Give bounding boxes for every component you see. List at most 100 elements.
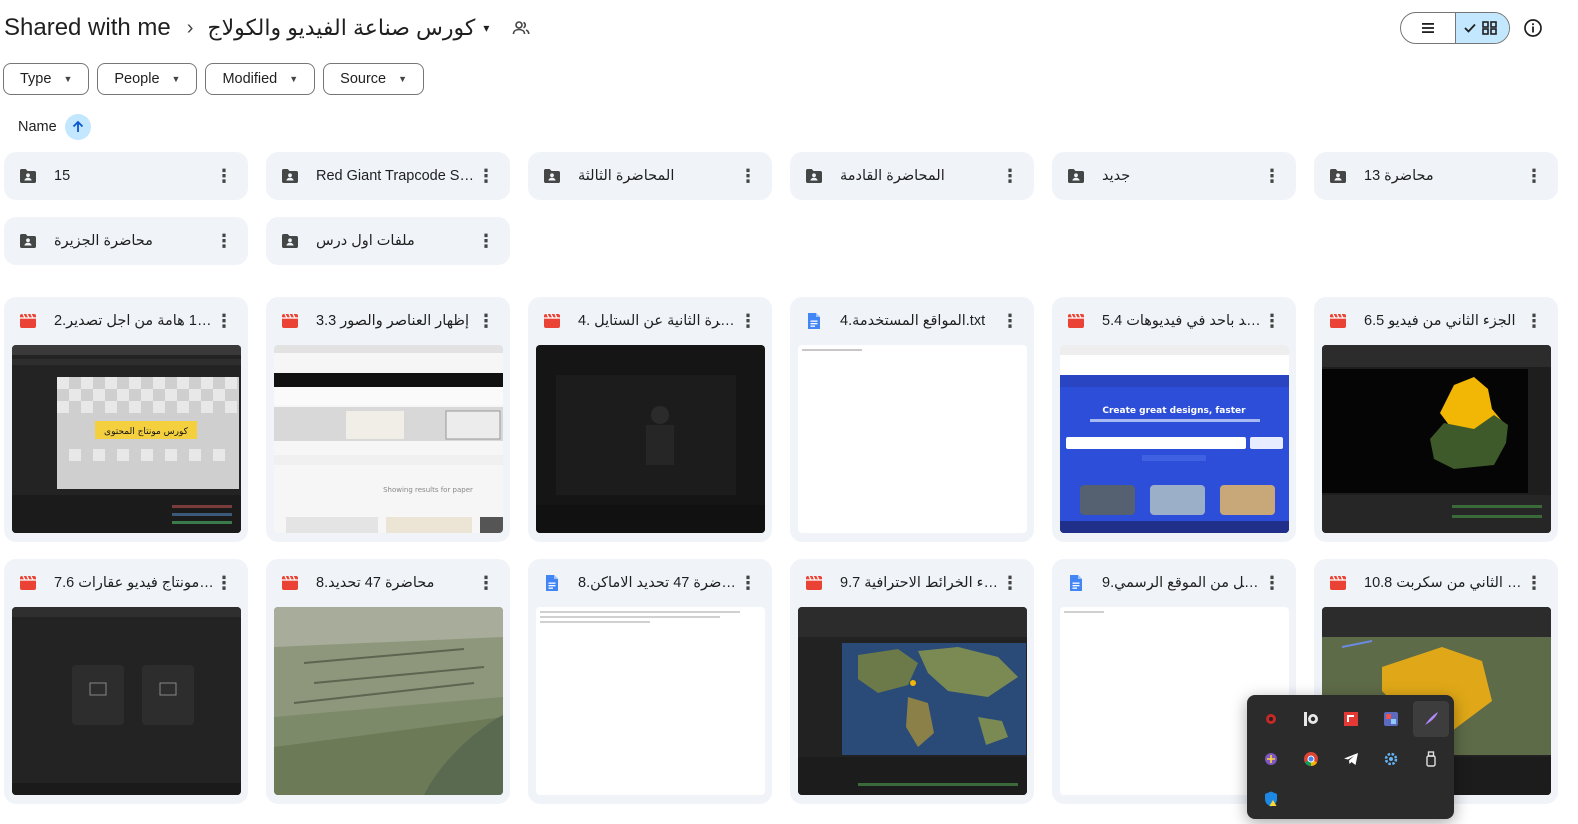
file-thumbnail: Create great designs, faster [1060,345,1289,533]
more-options-icon[interactable]: ⋮ [1524,311,1544,331]
amd-icon[interactable] [1333,701,1369,737]
file-card[interactable]: 8.محاضرة 47 تحديد الاماكن.txt⋮ [528,559,772,804]
settings-icon[interactable] [1373,741,1409,777]
more-options-icon[interactable]: ⋮ [476,166,496,186]
folder-name: محاضرة 13 [1364,168,1434,184]
breadcrumb-current-folder[interactable]: كورس صناعة الفيديو والكولاج [207,15,475,41]
file-name: 10.8 الجزء الثاني من سكربت [1364,575,1524,591]
folder-card[interactable]: المحاضرة القادمة ⋮ [790,152,1034,200]
filter-type[interactable]: Type ▼ [3,63,90,95]
chevron-down-icon: ▼ [171,74,181,84]
security-icon[interactable] [1253,781,1289,817]
thumbnail-headline-text: Create great designs, faster [1102,406,1246,416]
more-options-icon[interactable]: ⋮ [476,573,496,593]
more-options-icon[interactable]: ⋮ [1262,311,1282,331]
filter-type-label: Type [20,71,52,87]
folder-card[interactable]: جديد ⋮ [1052,152,1296,200]
file-card[interactable]: 8.محاضرة 47 تحديد ⋮ [266,559,510,804]
file-card[interactable]: 9.7 إنشاء الخرائط الاحترافية ⋮ [790,559,1034,804]
folder-name: المحاضرة القادمة [840,168,945,184]
folder-card[interactable]: Red Giant Trapcode Suite ⋮ [266,152,510,200]
file-card[interactable]: 2.محاضرة 1 هامة من اجل تصدير⋮ كورس مونتا… [4,297,248,542]
file-thumbnail [536,607,765,795]
filter-modified[interactable]: Modified ▼ [205,63,316,95]
folder-card[interactable]: محاضرة 13 ⋮ [1314,152,1558,200]
pen-icon[interactable] [1413,701,1449,737]
file-name: 5.4 شرح مشاهد باحد في فيديوهات [1102,313,1262,329]
info-button[interactable] [1521,16,1545,40]
filter-source[interactable]: Source ▼ [323,63,425,95]
more-options-icon[interactable]: ⋮ [1000,311,1020,331]
video-icon [280,573,300,593]
filter-source-label: Source [340,71,387,87]
more-options-icon[interactable]: ⋮ [214,573,234,593]
filter-people-label: People [114,71,160,87]
more-options-icon[interactable]: ⋮ [476,311,496,331]
file-card[interactable]: 3.3 إظهار العناصر والصور ⋮ Showing result… [266,297,510,542]
more-options-icon[interactable]: ⋮ [214,166,234,186]
more-options-icon[interactable]: ⋮ [476,231,496,251]
shared-folder-icon [280,231,300,251]
file-name: 7.6 مونتاج فيديو عقارات.mp4 [54,575,214,591]
usb-icon[interactable] [1413,741,1449,777]
more-options-icon[interactable]: ⋮ [738,311,758,331]
video-icon [280,311,300,331]
file-name: 2.محاضرة 1 هامة من اجل تصدير [54,313,214,329]
sort-label: Name [18,119,57,135]
doc-icon [804,311,824,331]
file-name: 8.محاضرة 47 تحديد [316,575,435,591]
more-options-icon[interactable]: ⋮ [1262,573,1282,593]
shared-folder-icon [280,166,300,186]
doc-icon [542,573,562,593]
filter-people[interactable]: People ▼ [97,63,198,95]
more-options-icon[interactable]: ⋮ [214,231,234,251]
folder-card[interactable]: محاضرة الجزيرة ⋮ [4,217,248,265]
folder-card[interactable]: 15 ⋮ [4,152,248,200]
more-options-icon[interactable]: ⋮ [1000,573,1020,593]
list-icon [1421,23,1434,33]
more-options-icon[interactable]: ⋮ [1524,573,1544,593]
shared-people-icon[interactable] [511,18,531,38]
file-card[interactable]: 7.6 مونتاج فيديو عقارات.mp4⋮ [4,559,248,804]
folder-card[interactable]: المحاضرة الثالثة ⋮ [528,152,772,200]
file-thumbnail: كورس مونتاج المحتوى [12,345,241,533]
thumbnail-search-text: Showing results for paper [383,486,473,494]
folder-menu-caret-icon[interactable]: ▾ [483,21,489,35]
more-options-icon[interactable]: ⋮ [738,573,758,593]
network-icon[interactable] [1373,701,1409,737]
shared-folder-icon [804,166,824,186]
more-options-icon[interactable]: ⋮ [738,166,758,186]
file-name: 9.روابط التحميل من الموقع الرسمي [1102,575,1262,591]
chrome-icon[interactable] [1293,741,1329,777]
folder-name: المحاضرة الثالثة [578,168,675,184]
file-thumbnail [798,345,1027,533]
sort-control[interactable]: Name [18,114,91,140]
chevron-down-icon: ▼ [63,74,73,84]
more-options-icon[interactable]: ⋮ [1262,166,1282,186]
file-card[interactable]: 4. المحاضرة الثانية عن الستايل⋮ [528,297,772,542]
system-tray-overflow [1247,695,1454,819]
more-options-icon[interactable]: ⋮ [214,311,234,331]
list-view-button[interactable] [1401,13,1455,43]
file-name: 6.5 الجزء الثاني من فيديو [1364,313,1516,329]
app-icon[interactable] [1253,701,1289,737]
breadcrumb-root[interactable]: Shared with me [4,14,179,42]
folder-name: جديد [1102,168,1131,184]
grid-view-button[interactable] [1454,13,1509,43]
more-options-icon[interactable]: ⋮ [1524,166,1544,186]
file-card[interactable]: 5.4 شرح مشاهد باحد في فيديوهات⋮ Create g… [1052,297,1296,542]
media-icon[interactable] [1293,701,1329,737]
telegram-icon[interactable] [1333,741,1369,777]
folder-card[interactable]: ملفات اول درس ⋮ [266,217,510,265]
shared-folder-icon [1328,166,1348,186]
sort-ascending-icon[interactable] [64,114,91,140]
header: Shared with me › كورس صناعة الفيديو والك… [0,0,1578,56]
shared-folder-icon [1066,166,1086,186]
filter-modified-label: Modified [222,71,278,87]
breadcrumb: Shared with me › كورس صناعة الفيديو والك… [4,10,531,46]
more-options-icon[interactable]: ⋮ [1000,166,1020,186]
folder-name: محاضرة الجزيرة [54,233,153,249]
file-card[interactable]: 4.المواقع المستخدمة.txt ⋮ [790,297,1034,542]
vpn-icon[interactable] [1253,741,1289,777]
file-card[interactable]: 6.5 الجزء الثاني من فيديو ⋮ [1314,297,1558,542]
